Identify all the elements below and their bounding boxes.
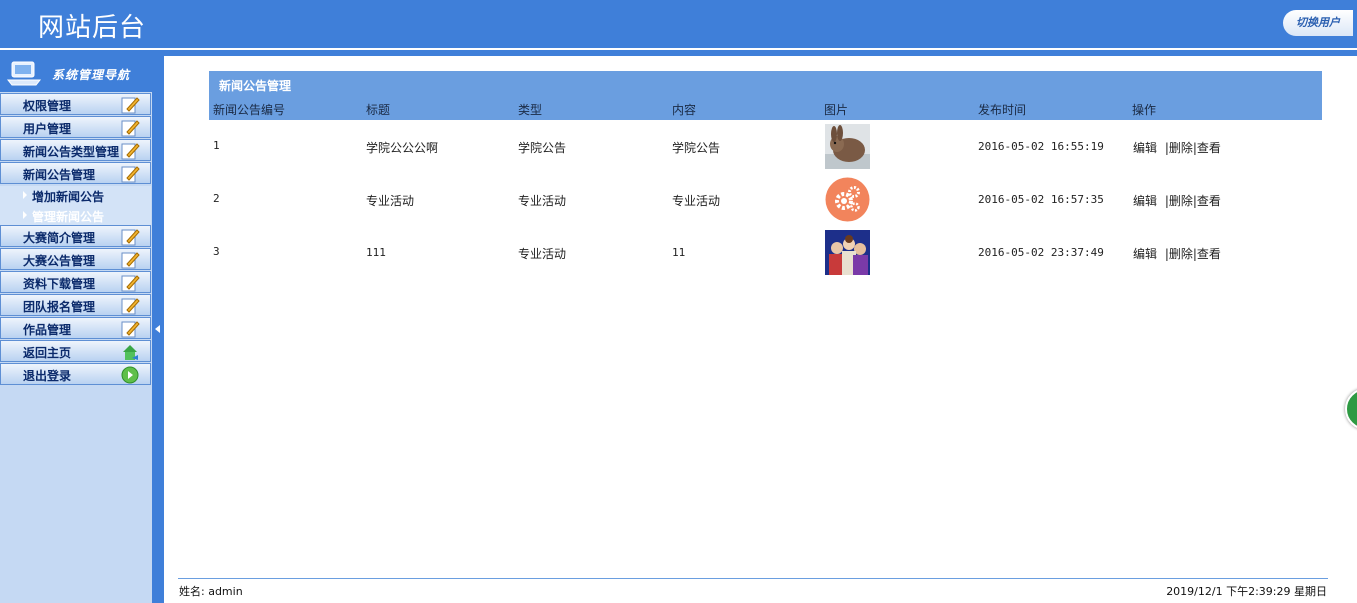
cell-title: 111 <box>366 246 386 259</box>
edit-icon <box>121 143 140 160</box>
sidebar-item-label: 用户管理 <box>23 122 72 136</box>
sidebar-item-users[interactable]: 用户管理 <box>0 116 151 138</box>
submenu-manage-news[interactable]: 管理新闻公告 <box>20 206 151 225</box>
cell-type: 学院公告 <box>518 141 567 155</box>
edit-icon <box>121 275 140 292</box>
cell-id: 2 <box>213 192 220 205</box>
sidebar-item-label: 大赛公告管理 <box>23 254 96 268</box>
sidebar-item-label: 作品管理 <box>23 323 72 337</box>
site-title: 网站后台 <box>38 13 147 43</box>
cell-type: 专业活动 <box>518 194 567 208</box>
view-link[interactable]: |查看 <box>1193 141 1221 155</box>
rabbit-photo <box>825 124 870 169</box>
current-datetime: 2019/12/1 下午2:39:29 星期日 <box>1166 585 1327 598</box>
exit-icon <box>121 366 139 384</box>
column-header-actions: 操作 <box>1132 103 1157 117</box>
sidebar-item-news-types[interactable]: 新闻公告类型管理 <box>0 139 151 161</box>
cell-time: 2016-05-02 23:37:49 <box>978 246 1104 259</box>
sidebar-item-label: 权限管理 <box>23 99 72 113</box>
edit-link[interactable]: 编辑 <box>1133 141 1157 155</box>
sidebar-item-label: 团队报名管理 <box>23 300 96 314</box>
view-link[interactable]: |查看 <box>1193 247 1221 261</box>
submenu-label: 增加新闻公告 <box>32 190 105 204</box>
sidebar-item-label: 资料下载管理 <box>23 277 96 291</box>
submenu-add-news[interactable]: 增加新闻公告 <box>20 186 151 205</box>
edit-icon <box>121 321 140 338</box>
floating-side-button[interactable] <box>1345 388 1357 430</box>
column-header-content: 内容 <box>672 103 697 117</box>
edit-icon <box>121 252 140 269</box>
sidebar-item-logout[interactable]: 退出登录 <box>0 363 151 385</box>
column-header-id: 新闻公告编号 <box>213 103 286 117</box>
cell-title: 专业活动 <box>366 194 415 208</box>
column-header-image: 图片 <box>824 103 849 117</box>
edit-icon <box>121 229 140 246</box>
sidebar-item-label: 返回主页 <box>23 346 72 360</box>
cell-content: 专业活动 <box>672 194 721 208</box>
column-header-type: 类型 <box>518 103 543 117</box>
row-actions: 编辑 |删除|查看 <box>1133 192 1221 209</box>
sidebar-item-permissions[interactable]: 权限管理 <box>0 93 151 115</box>
sidebar-item-contest-intro[interactable]: 大赛简介管理 <box>0 225 151 247</box>
switch-user-button[interactable]: 切换用户 <box>1283 10 1353 36</box>
arrow-right-icon <box>23 211 27 219</box>
group-photo <box>825 230 870 275</box>
view-link[interactable]: |查看 <box>1193 194 1221 208</box>
home-icon <box>123 345 138 360</box>
panel-title: 新闻公告管理 <box>219 79 292 93</box>
top-header: 网站后台 切换用户 <box>0 0 1357 48</box>
edit-icon <box>121 120 140 137</box>
footer-divider <box>178 578 1328 579</box>
cell-time: 2016-05-02 16:57:35 <box>978 193 1104 206</box>
sidebar-item-label: 大赛简介管理 <box>23 231 96 245</box>
delete-link[interactable]: |删除 <box>1165 247 1193 261</box>
row-actions: 编辑 |删除|查看 <box>1133 245 1221 262</box>
sidebar-item-team-signup[interactable]: 团队报名管理 <box>0 294 151 316</box>
cell-title: 学院公公公啊 <box>366 141 439 155</box>
cell-content: 学院公告 <box>672 141 721 155</box>
sidebar-item-home[interactable]: 返回主页 <box>0 340 151 362</box>
edit-icon <box>121 97 140 114</box>
computer-icon <box>6 61 42 86</box>
cell-id: 3 <box>213 245 220 258</box>
sidebar-header: 系统管理导航 <box>0 56 152 92</box>
sidebar-item-news[interactable]: 新闻公告管理 <box>0 162 151 184</box>
edit-icon <box>121 298 140 315</box>
sidebar: 系统管理导航 权限管理 用户管理 新闻公告类型管理 新闻公告管理 增加新闻公告 … <box>0 56 152 603</box>
sidebar-item-label: 新闻公告类型管理 <box>23 145 120 159</box>
column-header-time: 发布时间 <box>978 103 1027 117</box>
header-strip <box>0 50 1357 56</box>
sidebar-item-works[interactable]: 作品管理 <box>0 317 151 339</box>
delete-link[interactable]: |删除 <box>1165 141 1193 155</box>
sidebar-item-contest-notice[interactable]: 大赛公告管理 <box>0 248 151 270</box>
cell-time: 2016-05-02 16:55:19 <box>978 140 1104 153</box>
edit-link[interactable]: 编辑 <box>1133 247 1157 261</box>
collapse-sidebar-icon[interactable] <box>155 325 160 333</box>
gears-icon <box>825 177 870 222</box>
sidebar-item-downloads[interactable]: 资料下载管理 <box>0 271 151 293</box>
cell-id: 1 <box>213 139 220 152</box>
sidebar-item-label: 退出登录 <box>23 369 72 383</box>
sidebar-item-label: 新闻公告管理 <box>23 168 96 182</box>
sidebar-splitter[interactable] <box>152 56 164 603</box>
row-actions: 编辑 |删除|查看 <box>1133 139 1221 156</box>
arrow-right-icon <box>23 191 27 199</box>
cell-type: 专业活动 <box>518 247 567 261</box>
column-header-title: 标题 <box>366 103 391 117</box>
delete-link[interactable]: |删除 <box>1165 194 1193 208</box>
edit-icon <box>121 166 140 183</box>
submenu-label: 管理新闻公告 <box>32 210 105 224</box>
sidebar-title: 系统管理导航 <box>52 68 131 82</box>
current-user: 姓名: admin <box>179 585 243 598</box>
edit-link[interactable]: 编辑 <box>1133 194 1157 208</box>
cell-content: 11 <box>672 246 686 259</box>
